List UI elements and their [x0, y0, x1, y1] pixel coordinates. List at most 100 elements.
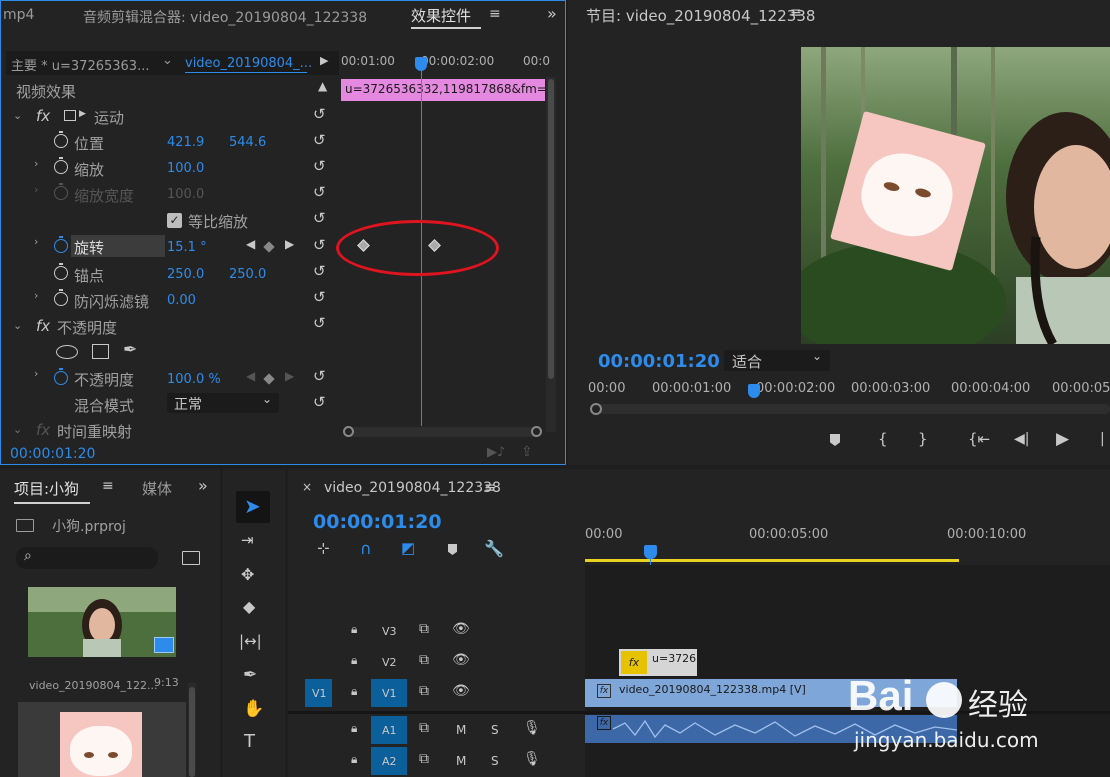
- timeline-tab[interactable]: video_20190804_122338: [324, 480, 501, 496]
- reset-icon[interactable]: ↺: [313, 183, 326, 201]
- wrench-icon[interactable]: 🔧: [484, 539, 504, 558]
- prev-keyframe-icon[interactable]: ◀: [246, 237, 255, 251]
- reset-icon[interactable]: ↺: [313, 105, 326, 123]
- lock-icon[interactable]: 🔒︎: [351, 752, 357, 767]
- solo-button[interactable]: S: [491, 754, 499, 768]
- step-back-icon[interactable]: ◀|: [1014, 431, 1029, 447]
- rotation-value[interactable]: 15.1 °: [167, 240, 207, 255]
- anchor-x[interactable]: 250.0: [167, 267, 204, 282]
- fit-select[interactable]: 适合 ⌄: [724, 349, 830, 371]
- mark-in-icon[interactable]: {: [878, 430, 888, 448]
- chevron-right-icon[interactable]: ›: [34, 289, 38, 302]
- eye-icon[interactable]: 👁︎: [452, 683, 470, 699]
- playhead-marker[interactable]: [415, 57, 427, 71]
- nest-icon[interactable]: ⊹: [317, 539, 330, 557]
- reset-icon[interactable]: ↺: [313, 393, 326, 411]
- lock-icon[interactable]: 🔒︎: [351, 721, 357, 736]
- fx-icon[interactable]: fx: [36, 317, 50, 335]
- blend-mode-select[interactable]: 正常 ⌄: [167, 392, 279, 413]
- lock-icon[interactable]: 🔒︎: [351, 622, 357, 637]
- play-icon[interactable]: ▶: [1056, 429, 1069, 449]
- stopwatch-icon[interactable]: [54, 263, 68, 280]
- stopwatch-icon[interactable]: [54, 289, 68, 306]
- collapse-icon[interactable]: ▲: [318, 79, 327, 93]
- reset-icon[interactable]: ↺: [313, 288, 326, 306]
- hand-tool-icon[interactable]: ✋: [243, 699, 264, 719]
- tab-project[interactable]: 项目:小狗: [14, 478, 79, 499]
- stopwatch-icon[interactable]: [54, 368, 68, 385]
- tab-source[interactable]: mp4: [3, 7, 34, 23]
- timeline-menu-icon[interactable]: ≡: [484, 480, 496, 496]
- program-playhead[interactable]: [748, 384, 760, 398]
- eye-icon[interactable]: 👁︎: [452, 621, 470, 637]
- linked-selection-icon[interactable]: ◩: [401, 539, 415, 557]
- timeline-ruler[interactable]: 00:00 00:00:05:00 00:00:10:00: [585, 524, 1110, 564]
- antiflicker-value[interactable]: 0.00: [167, 293, 196, 308]
- add-marker-icon[interactable]: [448, 544, 457, 555]
- microphone-icon[interactable]: 🎙︎: [523, 751, 541, 767]
- sync-lock-icon[interactable]: ⧉: [419, 683, 429, 699]
- marker-icon[interactable]: [830, 434, 840, 446]
- play-only-icon[interactable]: ▶: [320, 54, 328, 67]
- track-select-tool-icon[interactable]: ⇥: [241, 531, 254, 549]
- transform-icon[interactable]: [64, 110, 76, 121]
- chevron-down-icon[interactable]: ⌄: [162, 53, 173, 68]
- fx-icon[interactable]: fx: [36, 107, 50, 125]
- prev-keyframe-icon[interactable]: ◀: [246, 369, 255, 383]
- reset-icon[interactable]: ↺: [313, 367, 326, 385]
- reset-icon[interactable]: ↺: [313, 131, 326, 149]
- selection-tool-icon[interactable]: ➤: [244, 494, 261, 518]
- program-ruler[interactable]: 00:00 00:00:01:00 00:00:02:00 00:00:03:0…: [588, 378, 1110, 400]
- ellipse-mask-icon[interactable]: [56, 345, 78, 359]
- clip1-name[interactable]: video_20190804_122...: [29, 679, 158, 692]
- stopwatch-icon[interactable]: [54, 236, 68, 253]
- sync-lock-icon[interactable]: ⧉: [419, 720, 429, 736]
- export-icon[interactable]: ⇪: [521, 444, 533, 460]
- video-canvas[interactable]: [801, 47, 1110, 344]
- more-tabs-icon[interactable]: »: [198, 476, 208, 495]
- timeline-timecode[interactable]: 00:00:01:20: [313, 511, 442, 533]
- program-title[interactable]: 节目: video_20190804_122338: [586, 5, 815, 26]
- sync-lock-icon[interactable]: ⧉: [419, 751, 429, 767]
- tab-media[interactable]: 媒体: [142, 478, 172, 499]
- project-search-input[interactable]: ⌕: [16, 547, 158, 569]
- program-scroll-bar[interactable]: [590, 403, 1110, 415]
- scale-value[interactable]: 100.0: [167, 161, 204, 176]
- zoom-handle-left[interactable]: [343, 426, 354, 437]
- mute-button[interactable]: M: [456, 723, 466, 737]
- tab-effect-controls[interactable]: 效果控件: [411, 5, 471, 26]
- close-icon[interactable]: ×: [302, 480, 312, 494]
- graph-zoom-bar[interactable]: [343, 426, 542, 437]
- reset-icon[interactable]: ↺: [313, 157, 326, 175]
- sync-lock-icon[interactable]: ⧉: [419, 621, 429, 637]
- reset-icon[interactable]: ↺: [313, 209, 326, 227]
- pen-mask-icon[interactable]: ✒: [123, 340, 137, 360]
- clip2-tile[interactable]: [18, 702, 186, 777]
- solo-button[interactable]: S: [491, 723, 499, 737]
- chevron-down-icon[interactable]: ⌄: [13, 109, 22, 122]
- position-x[interactable]: 421.9: [167, 135, 204, 150]
- reset-icon[interactable]: ↺: [313, 262, 326, 280]
- stopwatch-icon[interactable]: [54, 157, 68, 174]
- slip-tool-icon[interactable]: |↔|: [239, 632, 262, 650]
- audio-scrub-icon[interactable]: ▶♪: [487, 445, 505, 460]
- chevron-down-icon[interactable]: ⌄: [13, 423, 22, 436]
- pen-tool-icon[interactable]: ✒: [243, 665, 257, 685]
- effect-timecode[interactable]: 00:00:01:20: [10, 446, 95, 462]
- reset-icon[interactable]: ↺: [313, 236, 326, 254]
- timeline-playhead[interactable]: [644, 545, 657, 559]
- mark-out-icon[interactable]: }: [918, 430, 928, 448]
- rectangle-mask-icon[interactable]: [92, 344, 109, 359]
- reset-icon[interactable]: ↺: [313, 314, 326, 332]
- go-to-in-icon[interactable]: {⇤: [968, 430, 990, 448]
- ripple-edit-tool-icon[interactable]: ✥: [241, 565, 254, 584]
- chevron-down-icon[interactable]: ⌄: [13, 319, 22, 332]
- more-tabs-icon[interactable]: »: [547, 4, 557, 23]
- add-keyframe-icon[interactable]: [263, 241, 275, 253]
- next-keyframe-icon[interactable]: ▶: [285, 369, 294, 383]
- lock-icon[interactable]: 🔒︎: [351, 684, 357, 699]
- sequence-label[interactable]: video_20190804_...: [185, 56, 312, 71]
- position-y[interactable]: 544.6: [229, 135, 266, 150]
- project-scrollbar[interactable]: [188, 683, 196, 777]
- sync-lock-icon[interactable]: ⧉: [419, 652, 429, 668]
